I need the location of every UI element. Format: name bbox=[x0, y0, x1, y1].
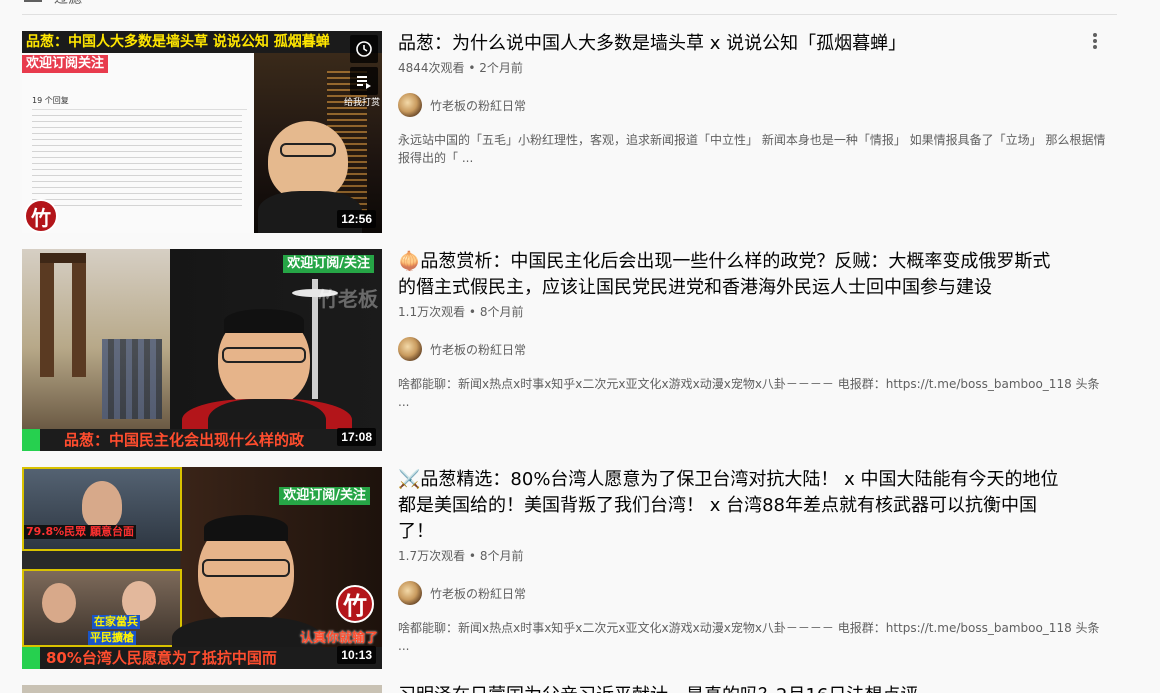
add-to-queue-icon[interactable] bbox=[350, 67, 378, 95]
inset-text: 平民擴槍 bbox=[88, 631, 136, 645]
channel-logo-watermark: 竹 bbox=[336, 585, 374, 623]
channel-row[interactable]: 竹老板の粉紅日常 bbox=[398, 337, 1098, 361]
watch-later-icon[interactable] bbox=[350, 35, 378, 63]
thumbnail-reply-count: 19 个回复 bbox=[32, 96, 69, 105]
filter-icon[interactable] bbox=[24, 0, 42, 6]
channel-name[interactable]: 竹老板の粉紅日常 bbox=[430, 97, 526, 114]
view-count: 1.7万次观看 bbox=[398, 549, 466, 563]
video-item[interactable]: 品葱：中国人大多数是墙头草 说说公知 孤烟暮蝉 欢迎订阅关注 19 个回复 给我… bbox=[22, 31, 1117, 233]
upload-age: 8个月前 bbox=[479, 305, 524, 319]
video-thumbnail[interactable]: 欢迎订阅/关注 竹老板 品葱：中国民主化会出现什么样的政 17:08 bbox=[22, 249, 382, 451]
video-thumbnail[interactable]: 79.8%民眾 願意台面 在家當兵 平民擴槍 欢迎订阅/关注 竹 认真你就输了 … bbox=[22, 467, 382, 669]
video-thumbnail[interactable]: 品葱：中国人大多数是墙头草 说说公知 孤烟暮蝉 欢迎订阅关注 19 个回复 给我… bbox=[22, 31, 382, 233]
video-item[interactable]: 79.8%民眾 願意台面 在家當兵 平民擴槍 欢迎订阅/关注 竹 认真你就输了 … bbox=[22, 467, 1117, 669]
video-title[interactable]: ⚔️品葱精选：80%台湾人愿意为了保卫台湾对抗大陆！ x 中国大陆能有今天的地位… bbox=[398, 467, 1068, 545]
video-meta: 4844次观看 • 2个月前 bbox=[398, 61, 523, 75]
thumbnail-tag: 认真你就输了 bbox=[299, 631, 378, 646]
video-description: 啥都能聊：新闻x热点x时事x知乎x二次元x亚文化x游戏x动漫x宠物x八卦－－－－… bbox=[398, 621, 1100, 653]
channel-row[interactable]: 竹老板の粉紅日常 bbox=[398, 581, 1098, 605]
thumbnail-watermark: 竹老板 bbox=[318, 287, 378, 311]
avatar[interactable] bbox=[398, 93, 422, 117]
thumbnail-banner: 80%台湾人民愿意为了抵抗中国而 bbox=[22, 647, 382, 669]
video-description: 啥都能聊：新闻x热点x时事x知乎x二次元x亚文化x游戏x动漫x宠物x八卦－－－－… bbox=[398, 377, 1100, 409]
video-duration: 12:56 bbox=[337, 210, 376, 228]
avatar[interactable] bbox=[398, 337, 422, 361]
inset-text: 79.8%民眾 願意台面 bbox=[24, 525, 136, 539]
thumbnail-subscribe-banner: 欢迎订阅关注 bbox=[22, 55, 109, 73]
channel-name[interactable]: 竹老板の粉紅日常 bbox=[430, 585, 526, 602]
thumbnail-banner: 品葱：中国人大多数是墙头草 说说公知 孤烟暮蝉 bbox=[22, 31, 382, 53]
channel-name[interactable]: 竹老板の粉紅日常 bbox=[430, 341, 526, 358]
channel-row[interactable]: 竹老板の粉紅日常 bbox=[398, 93, 1098, 117]
upload-age: 2个月前 bbox=[479, 61, 523, 75]
video-title[interactable]: 🧅品葱赏析：中国民主化后会出现一些什么样的政党？反贼：大概率变成俄罗斯式的僭主式… bbox=[398, 249, 1068, 301]
thumbnail-banner: 品葱：中国民主化会出现什么样的政 bbox=[22, 429, 382, 451]
view-count: 4844次观看 bbox=[398, 61, 465, 75]
filter-label[interactable]: 过滤 bbox=[54, 0, 82, 6]
divider bbox=[22, 14, 1117, 15]
video-duration: 10:13 bbox=[337, 646, 376, 664]
thumbnail-subscribe-banner: 欢迎订阅/关注 bbox=[279, 487, 370, 505]
video-title[interactable]: 习明泽在日蒙国为父亲习近平献计，是真的吗？2月16日法想点评 bbox=[398, 685, 1068, 693]
video-item[interactable]: 欢迎订阅/关注 竹老板 品葱：中国民主化会出现什么样的政 17:08 🧅品葱赏析… bbox=[22, 249, 1117, 451]
upload-age: 8个月前 bbox=[479, 549, 524, 563]
video-thumbnail[interactable] bbox=[22, 685, 382, 693]
video-meta: 1.7万次观看 • 8个月前 bbox=[398, 549, 524, 563]
more-vert-icon[interactable] bbox=[1083, 31, 1107, 55]
video-item[interactable]: 习明泽在日蒙国为父亲习近平献计，是真的吗？2月16日法想点评 bbox=[22, 685, 1117, 693]
tip-label: 给我打赏 bbox=[343, 98, 380, 108]
video-duration: 17:08 bbox=[337, 428, 376, 446]
video-meta: 1.1万次观看 • 8个月前 bbox=[398, 305, 524, 319]
thumbnail-subscribe-banner: 欢迎订阅/关注 bbox=[283, 255, 374, 273]
avatar[interactable] bbox=[398, 581, 422, 605]
video-title[interactable]: 品葱：为什么说中国人大多数是墙头草 x 说说公知「孤烟暮蝉」 bbox=[398, 31, 1068, 57]
video-description: 永远站中国的「五毛」小粉红理性，客观，追求新闻报道「中立性」 新闻本身也是一种「… bbox=[398, 133, 1106, 165]
inset-text: 在家當兵 bbox=[92, 615, 140, 629]
channel-logo-watermark: 竹 bbox=[24, 199, 58, 233]
view-count: 1.1万次观看 bbox=[398, 305, 466, 319]
